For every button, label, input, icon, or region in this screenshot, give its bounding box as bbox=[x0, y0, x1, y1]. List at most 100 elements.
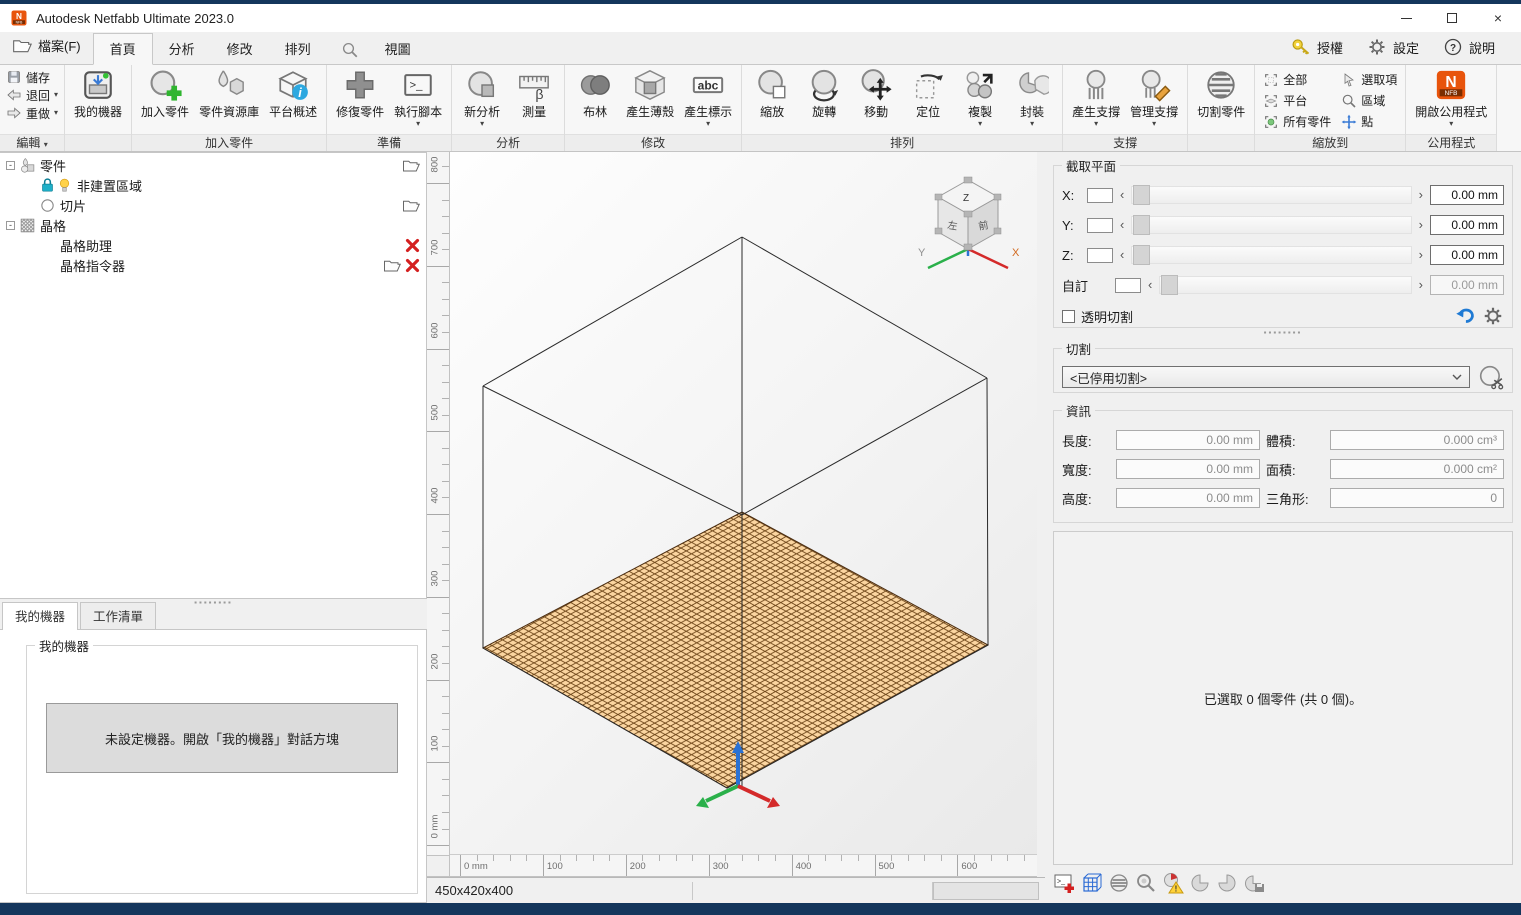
ribbon-button-zoom-region[interactable]: 區域 bbox=[1337, 90, 1401, 111]
slider-thumb[interactable] bbox=[1133, 245, 1150, 265]
tab-home[interactable]: 首頁 bbox=[93, 33, 153, 65]
ribbon-button-boolean[interactable]: 布林 bbox=[569, 67, 621, 129]
slider-left-arrow[interactable]: ‹ bbox=[1120, 189, 1124, 201]
save-part-button[interactable] bbox=[1242, 871, 1266, 895]
tab-my-machines[interactable]: 我的機器 bbox=[2, 602, 78, 630]
clip-custom-slider[interactable] bbox=[1159, 276, 1411, 294]
new-cut-button[interactable] bbox=[1478, 364, 1504, 390]
slider-right-arrow[interactable]: › bbox=[1419, 249, 1423, 261]
slider-thumb[interactable] bbox=[1133, 185, 1150, 205]
slider-left-arrow[interactable]: ‹ bbox=[1120, 219, 1124, 231]
ribbon-button-run-script[interactable]: >_執行腳本▾ bbox=[389, 67, 447, 129]
ribbon-button-cut-parts[interactable]: 切割零件 bbox=[1192, 67, 1250, 129]
tree-item-lattice[interactable]: -晶格 bbox=[0, 215, 426, 235]
ribbon-button-move[interactable]: 移動 bbox=[850, 67, 902, 129]
ribbon-button-rotate[interactable]: 旋轉 bbox=[798, 67, 850, 129]
minimize-button[interactable] bbox=[1383, 4, 1429, 32]
tree-action-delete-button[interactable] bbox=[405, 257, 420, 273]
lattice-view-button[interactable] bbox=[1080, 871, 1104, 895]
file-menu-button[interactable]: 檔案(F) bbox=[0, 32, 93, 64]
ribbon-group-label-edit[interactable]: 編輯 ▾ bbox=[0, 134, 64, 151]
clipping-settings-button[interactable] bbox=[1482, 305, 1504, 327]
cube-z-label[interactable]: Z bbox=[963, 193, 969, 204]
clip-z-value-input[interactable] bbox=[1430, 245, 1504, 265]
ribbon-button-open-utility[interactable]: NNFB開啟公用程式▾ bbox=[1410, 67, 1492, 129]
ribbon-button-zoom-all-parts[interactable]: 所有零件 bbox=[1259, 111, 1335, 132]
ribbon-button-zoom-selection[interactable]: 選取項 bbox=[1337, 69, 1401, 90]
expander-icon[interactable]: - bbox=[6, 221, 15, 230]
slider-right-arrow[interactable]: › bbox=[1419, 279, 1423, 291]
rotate-part-right-button[interactable] bbox=[1215, 871, 1239, 895]
transparent-cut-checkbox[interactable] bbox=[1062, 310, 1075, 323]
canvas-3d[interactable]: Z 左 前 Y X bbox=[450, 152, 1037, 855]
slider-left-arrow[interactable]: ‹ bbox=[1120, 249, 1124, 261]
clip-x-slider[interactable] bbox=[1131, 186, 1411, 204]
ribbon-button-add-parts[interactable]: 加入零件 bbox=[136, 67, 194, 129]
cuts-dropdown[interactable]: <已停用切割> bbox=[1062, 366, 1470, 388]
tree-item-lattice-commander[interactable]: 晶格指令器 bbox=[0, 255, 426, 275]
ribbon-button-zoom-platform[interactable]: 平台 bbox=[1259, 90, 1335, 111]
tab-view[interactable]: 視圖 bbox=[369, 34, 427, 64]
slider-right-arrow[interactable]: › bbox=[1419, 219, 1423, 231]
search-icon[interactable] bbox=[327, 41, 369, 64]
ribbon-button-my-machines[interactable]: 我的機器 bbox=[69, 67, 127, 129]
tree-item-parts[interactable]: -零件 bbox=[0, 155, 426, 175]
ribbon-button-manage-support[interactable]: 管理支撐▾ bbox=[1125, 67, 1183, 129]
ribbon-button-platform-overview[interactable]: i平台概述 bbox=[264, 67, 322, 129]
clip-y-value-input[interactable] bbox=[1430, 215, 1504, 235]
ribbon-button-pack[interactable]: 封裝▾ bbox=[1006, 67, 1058, 129]
tree-action-folder-button[interactable] bbox=[383, 256, 401, 274]
tree-action-delete-button[interactable] bbox=[405, 237, 420, 253]
ribbon-button-part-library[interactable]: 零件資源庫 bbox=[194, 67, 264, 129]
ribbon-button-undo[interactable]: 退回▾ bbox=[6, 86, 58, 104]
slider-right-arrow[interactable]: › bbox=[1419, 189, 1423, 201]
tree-item-lattice-assistant[interactable]: 晶格助理 bbox=[0, 235, 426, 255]
slider-left-arrow[interactable]: ‹ bbox=[1148, 279, 1152, 291]
right-splitter[interactable]: ▪▪▪▪▪▪▪▪ bbox=[1053, 328, 1513, 337]
tab-job-list[interactable]: 工作清單 bbox=[80, 602, 156, 629]
ribbon-button-measure[interactable]: β測量 bbox=[508, 67, 560, 129]
tab-analysis[interactable]: 分析 bbox=[153, 34, 211, 64]
tree-item-slices[interactable]: 切片 bbox=[0, 195, 426, 215]
ribbon-button-save[interactable]: 儲存 bbox=[6, 68, 50, 86]
ribbon-button-scale[interactable]: 縮放 bbox=[746, 67, 798, 129]
settings-button[interactable]: 設定 bbox=[1357, 34, 1429, 60]
clip-z-slider[interactable] bbox=[1131, 246, 1411, 264]
tab-modify[interactable]: 修改 bbox=[211, 34, 269, 64]
ribbon-button-repair-parts[interactable]: 修復零件 bbox=[331, 67, 389, 129]
license-button[interactable]: 授權 bbox=[1281, 34, 1353, 60]
configure-machine-button[interactable]: 未設定機器。開啟「我的機器」對話方塊 bbox=[46, 703, 398, 773]
rotate-part-left-button[interactable] bbox=[1188, 871, 1212, 895]
inspect-part-button[interactable] bbox=[1134, 871, 1158, 895]
slice-view-button[interactable] bbox=[1107, 871, 1131, 895]
tab-arrange[interactable]: 排列 bbox=[269, 34, 327, 64]
ribbon-button-redo[interactable]: 重做▾ bbox=[6, 104, 58, 122]
clip-x-value-input[interactable] bbox=[1430, 185, 1504, 205]
ribbon-button-zoom-point[interactable]: 點 bbox=[1337, 111, 1401, 132]
close-button[interactable]: × bbox=[1475, 4, 1521, 32]
ribbon-button-create-label[interactable]: abc產生標示▾ bbox=[679, 67, 737, 129]
new-script-button[interactable]: >_ bbox=[1053, 871, 1077, 895]
tree-action-folder-button[interactable] bbox=[402, 196, 420, 214]
clip-x-enable-checkbox[interactable] bbox=[1087, 188, 1113, 203]
clip-y-enable-checkbox[interactable] bbox=[1087, 218, 1113, 233]
ribbon-button-zoom-all[interactable]: 全部 bbox=[1259, 69, 1335, 90]
expander-icon[interactable]: - bbox=[6, 161, 15, 170]
tree-item-no-build-zone[interactable]: 非建置區域 bbox=[0, 175, 426, 195]
slider-thumb[interactable] bbox=[1133, 215, 1150, 235]
ribbon-button-duplicate[interactable]: 複製▾ bbox=[954, 67, 1006, 129]
clip-custom-enable-checkbox[interactable] bbox=[1115, 278, 1141, 293]
clip-z-enable-checkbox[interactable] bbox=[1087, 248, 1113, 263]
part-repair-warning-button[interactable]: ! bbox=[1161, 871, 1185, 895]
clip-y-slider[interactable] bbox=[1131, 216, 1411, 234]
ribbon-button-create-shell[interactable]: 產生薄殼 bbox=[621, 67, 679, 129]
maximize-button[interactable] bbox=[1429, 4, 1475, 32]
ribbon-button-create-support[interactable]: 產生支撐▾ bbox=[1067, 67, 1125, 129]
tree-action-folder-button[interactable] bbox=[402, 156, 420, 174]
ribbon-button-orient[interactable]: 定位 bbox=[902, 67, 954, 129]
slider-thumb[interactable] bbox=[1161, 275, 1178, 295]
ribbon-button-new-analysis[interactable]: 新分析▾ bbox=[456, 67, 508, 129]
help-button[interactable]: ?說明 bbox=[1433, 34, 1505, 60]
navigation-cube[interactable]: Z 左 前 Y X bbox=[918, 177, 1020, 268]
reset-clipping-button[interactable] bbox=[1454, 305, 1476, 327]
